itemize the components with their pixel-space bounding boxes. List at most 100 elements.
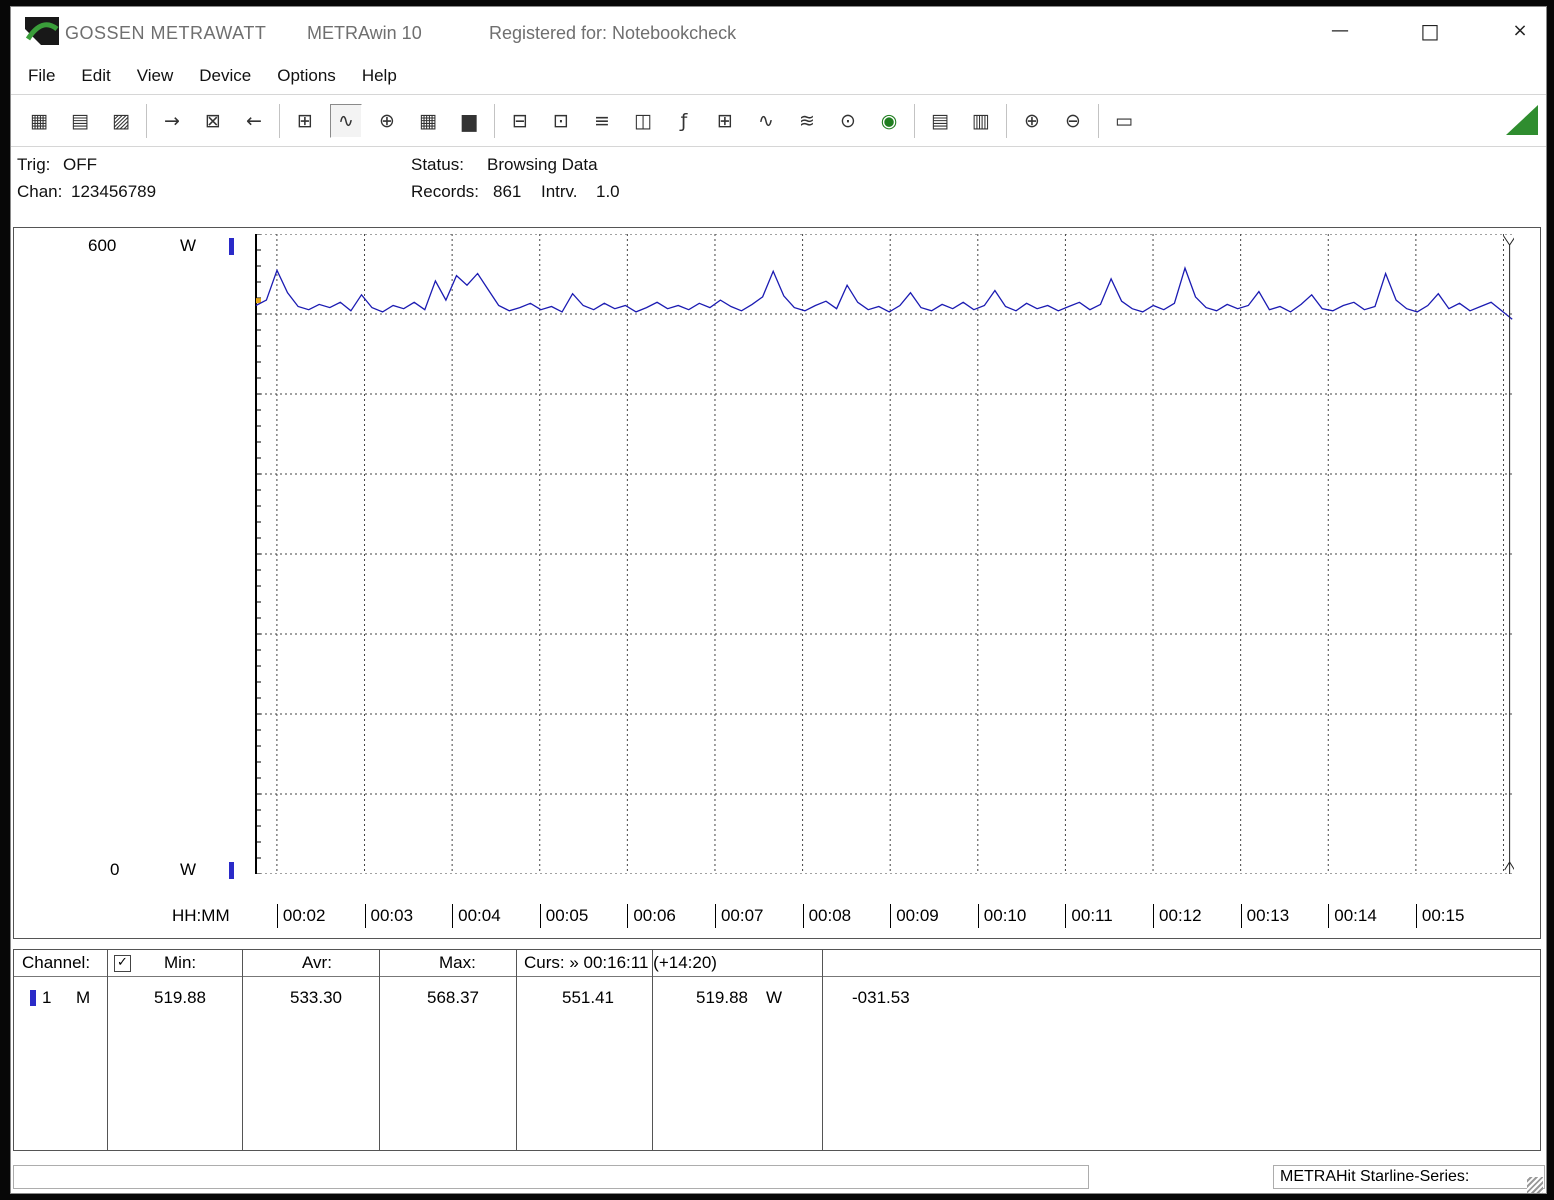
delta-value: -031.53 — [852, 988, 910, 1008]
y-unit-bottom: W — [180, 860, 196, 880]
calculator-icon[interactable]: ⊞ — [709, 104, 741, 138]
records-value: 861 — [493, 182, 521, 202]
power-series-line — [256, 268, 1512, 319]
status-bar: METRAHit Starline-Series: — [13, 1163, 1541, 1191]
brand-text: GOSSEN METRAWATT — [65, 23, 266, 44]
app-title: METRAwin 10 — [307, 23, 422, 44]
avr-header: Avr: — [302, 953, 332, 973]
channel1-color-marker-bottom — [229, 862, 234, 879]
print-preview-icon[interactable]: ▤ — [924, 104, 956, 138]
channel1-color-marker-top — [229, 238, 234, 255]
table-divider — [652, 950, 653, 1150]
title-bar: GOSSEN METRAWATT METRAwin 10 Registered … — [11, 7, 1546, 57]
line-chart-icon[interactable]: ∿ — [330, 104, 362, 138]
toolbar-group: → ⊠ ← — [156, 104, 270, 138]
max-header: Max: — [439, 953, 476, 973]
trig-value: OFF — [63, 155, 97, 175]
cursor2-unit: W — [766, 988, 782, 1008]
status-label: Status: — [411, 155, 464, 175]
maximize-button[interactable]: □ — [1409, 15, 1451, 47]
max-value: 568.37 — [427, 988, 479, 1008]
monitor-read-icon[interactable]: ⊟ — [504, 104, 536, 138]
x-tick-label: 00:02 — [277, 904, 326, 928]
formula-icon[interactable]: ƒ — [668, 104, 700, 138]
monitor-config-icon[interactable]: ⊡ — [545, 104, 577, 138]
toolbar-resize-triangle — [1506, 105, 1538, 135]
ripple-icon[interactable]: ∿ — [750, 104, 782, 138]
chan-label: Chan: — [17, 182, 62, 202]
channel-header: Channel: — [22, 953, 90, 973]
toolbar-separator — [279, 104, 280, 138]
x-tick-label: 00:07 — [715, 904, 764, 928]
gossen-metrawatt-logo — [25, 17, 59, 45]
save-icon[interactable]: ▦ — [23, 104, 55, 138]
x-tick-label: 00:04 — [452, 904, 501, 928]
chart-panel: 600 W 0 W HH:MM 00:0200:0300:0400:0500:0… — [13, 227, 1541, 939]
annotation-icon[interactable]: ▭ — [1108, 104, 1140, 138]
menu-options[interactable]: Options — [264, 58, 349, 94]
toolbar-separator — [146, 104, 147, 138]
xy-scope-icon[interactable]: ⊕ — [371, 104, 403, 138]
status-info: Trig: OFF Chan: 123456789 Status: Browsi… — [11, 151, 1546, 223]
interval-label: Intrv. — [541, 182, 578, 202]
records-label: Records: — [411, 182, 479, 202]
interval-value: 1.0 — [596, 182, 620, 202]
x-tick-label: 00:12 — [1153, 904, 1202, 928]
x-tick-label: 00:03 — [365, 904, 414, 928]
numeric-display-icon[interactable]: ⊞ — [289, 104, 321, 138]
read-device-icon[interactable]: → — [156, 104, 188, 138]
time-chart-icon[interactable]: ⊙ — [832, 104, 864, 138]
x-axis-label: HH:MM — [172, 904, 230, 928]
table-divider — [107, 950, 108, 1150]
statusbar-device-panel: METRAHit Starline-Series: — [1273, 1165, 1545, 1189]
x-tick-label: 00:14 — [1328, 904, 1377, 928]
x-tick-label: 00:08 — [803, 904, 852, 928]
clear-memory-icon[interactable]: ⊠ — [197, 104, 229, 138]
table-divider — [516, 950, 517, 1150]
app-window: GOSSEN METRAWATT METRAwin 10 Registered … — [10, 6, 1547, 1194]
x-tick-label: 00:09 — [890, 904, 939, 928]
power-time-chart[interactable] — [255, 234, 1514, 874]
zoom-in-icon[interactable]: ⊕ — [1016, 104, 1048, 138]
monitor-wave-icon[interactable]: ◫ — [627, 104, 659, 138]
cursor1-marker[interactable] — [256, 298, 261, 303]
data-table-icon[interactable]: ▦ — [412, 104, 444, 138]
chan-value: 123456789 — [71, 182, 156, 202]
cursor2-value: 519.88 — [696, 988, 748, 1008]
channel-number: 1 — [42, 988, 51, 1008]
menu-help[interactable]: Help — [349, 58, 410, 94]
y-min-label: 0 — [110, 860, 119, 880]
channel1-visible-checkbox[interactable]: ✓ — [114, 955, 131, 972]
min-header: Min: — [164, 953, 196, 973]
print-icon[interactable]: ▥ — [965, 104, 997, 138]
status-value: Browsing Data — [487, 155, 598, 175]
menu-view[interactable]: View — [124, 58, 187, 94]
chart-cursor[interactable] — [1504, 236, 1514, 874]
send-device-icon[interactable]: ← — [238, 104, 270, 138]
minimize-button[interactable]: — — [1319, 15, 1361, 47]
resize-grip[interactable] — [1527, 1177, 1543, 1193]
menu-file[interactable]: File — [15, 58, 68, 94]
toolbar-group: ⊞ ∿ ⊕ ▦ ▆ — [289, 104, 485, 138]
cursor-header: Curs: » 00:16:11 (+14:20) — [524, 953, 717, 973]
open-file-icon[interactable]: ▨ — [105, 104, 137, 138]
toolbar-group: ⊟ ⊡ ≡ ◫ ƒ ⊞ ∿ ≋ ⊙ ◉ — [504, 104, 905, 138]
zoom-out-icon[interactable]: ⊖ — [1057, 104, 1089, 138]
x-tick-label: 00:13 — [1241, 904, 1290, 928]
scale-settings-icon[interactable]: ≡ — [586, 104, 618, 138]
toolbar-separator — [1098, 104, 1099, 138]
save-as-icon[interactable]: ▤ — [64, 104, 96, 138]
close-button[interactable]: × — [1499, 15, 1541, 47]
toolbar: ▦▤▨→⊠←⊞∿⊕▦▆⊟⊡≡◫ƒ⊞∿≋⊙◉▤▥⊕⊖▭ — [11, 95, 1546, 147]
stopwatch-icon[interactable]: ◉ — [873, 104, 905, 138]
registered-for-text: Registered for: Notebookcheck — [489, 23, 736, 44]
device-label: METRAHit Starline-Series: — [1280, 1168, 1469, 1185]
envelope-icon[interactable]: ≋ — [791, 104, 823, 138]
table-divider — [242, 950, 243, 1150]
toolbar-group: ▭ — [1108, 104, 1140, 138]
histogram-icon[interactable]: ▆ — [453, 104, 485, 138]
x-tick-label: 00:11 — [1065, 904, 1112, 928]
menu-edit[interactable]: Edit — [68, 58, 123, 94]
toolbar-group: ⊕⊖ — [1016, 104, 1089, 138]
menu-device[interactable]: Device — [186, 58, 264, 94]
